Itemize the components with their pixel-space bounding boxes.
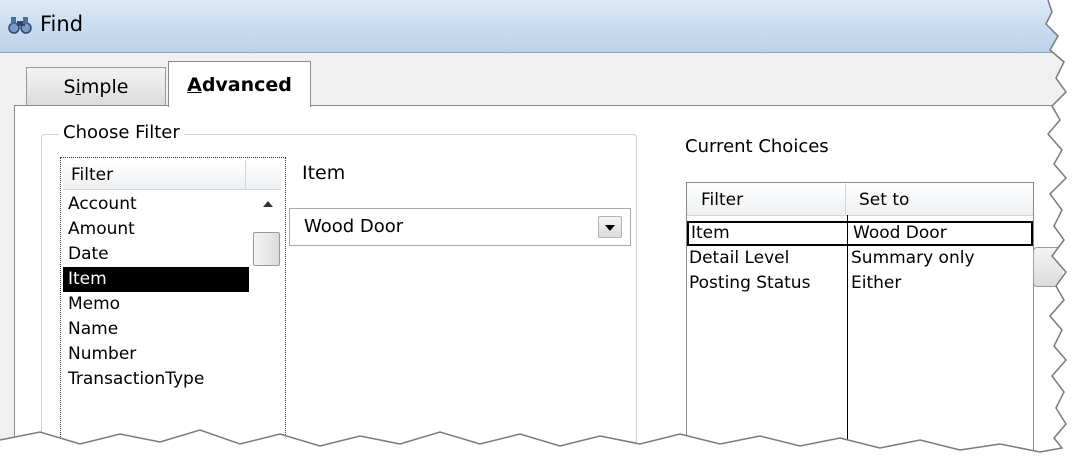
filter-column-title: Filter <box>71 165 114 185</box>
item-dropdown-value: Wood Door <box>304 216 404 237</box>
tab-strip: Simple Advanced <box>0 52 1081 107</box>
current-choices-header: Filter Set to <box>687 183 1033 216</box>
choice-filter: Detail Level <box>689 248 790 268</box>
title-bar[interactable]: Find <box>0 0 1081 53</box>
choice-value: Either <box>851 273 902 293</box>
choices-row[interactable]: Posting Status Either <box>687 271 1033 296</box>
window-title: Find <box>40 12 84 36</box>
filter-item-account[interactable]: Account <box>63 192 249 217</box>
choice-value: Wood Door <box>853 223 947 243</box>
filter-detail-label: Item <box>302 162 346 184</box>
scroll-up-arrow-icon[interactable] <box>263 201 273 207</box>
filter-items: Account Amount Date Item Memo Name Numbe… <box>63 192 249 392</box>
filter-item-name[interactable]: Name <box>63 317 249 342</box>
tab-advanced-accel: A <box>187 74 202 96</box>
filter-item-amount[interactable]: Amount <box>63 217 249 242</box>
choice-filter: Posting Status <box>689 273 811 293</box>
chevron-down-icon <box>605 225 615 231</box>
filter-item-memo[interactable]: Memo <box>63 292 249 317</box>
tab-advanced-rest: dvanced <box>201 74 292 96</box>
choose-filter-legend: Choose Filter <box>59 122 184 143</box>
filter-list-header[interactable]: Filter <box>63 160 281 190</box>
current-choices-label: Current Choices <box>685 136 829 157</box>
choices-row[interactable]: Item Wood Door <box>687 221 1033 246</box>
tab-simple-rest: mple <box>80 76 129 98</box>
dropdown-button[interactable] <box>598 216 622 238</box>
item-dropdown[interactable]: Wood Door <box>289 208 631 246</box>
choice-filter: Item <box>691 223 730 243</box>
filter-item-item[interactable]: Item <box>63 267 249 292</box>
filter-item-number[interactable]: Number <box>63 342 249 367</box>
header-separator <box>245 160 246 190</box>
choices-col-filter[interactable]: Filter <box>701 190 743 210</box>
tab-simple-prefix: S <box>63 76 76 98</box>
partial-button[interactable] <box>1033 247 1063 287</box>
filter-item-date[interactable]: Date <box>63 242 249 267</box>
scroll-thumb[interactable] <box>253 232 280 266</box>
find-binoculars-icon <box>8 17 32 34</box>
choices-row[interactable]: Detail Level Summary only <box>687 246 1033 271</box>
advanced-panel: Choose Filter Filter Account Amount Date… <box>14 105 1081 461</box>
header-separator <box>845 183 846 215</box>
tab-simple[interactable]: Simple <box>26 67 166 105</box>
choices-col-set-to[interactable]: Set to <box>859 190 909 210</box>
choice-value: Summary only <box>851 248 975 268</box>
find-dialog: Find Simple Advanced Choose Filter Filte… <box>0 0 1081 461</box>
filter-list-scrollbar[interactable] <box>253 192 283 458</box>
tab-advanced[interactable]: Advanced <box>168 61 311 107</box>
filter-item-transactiontype[interactable]: TransactionType <box>63 367 249 392</box>
scroll-down-arrow-icon[interactable] <box>263 444 273 450</box>
filter-list[interactable]: Filter Account Amount Date Item Memo Nam… <box>60 157 286 461</box>
current-choices-table[interactable]: Filter Set to Item Wood Door Detail Leve… <box>686 182 1034 461</box>
